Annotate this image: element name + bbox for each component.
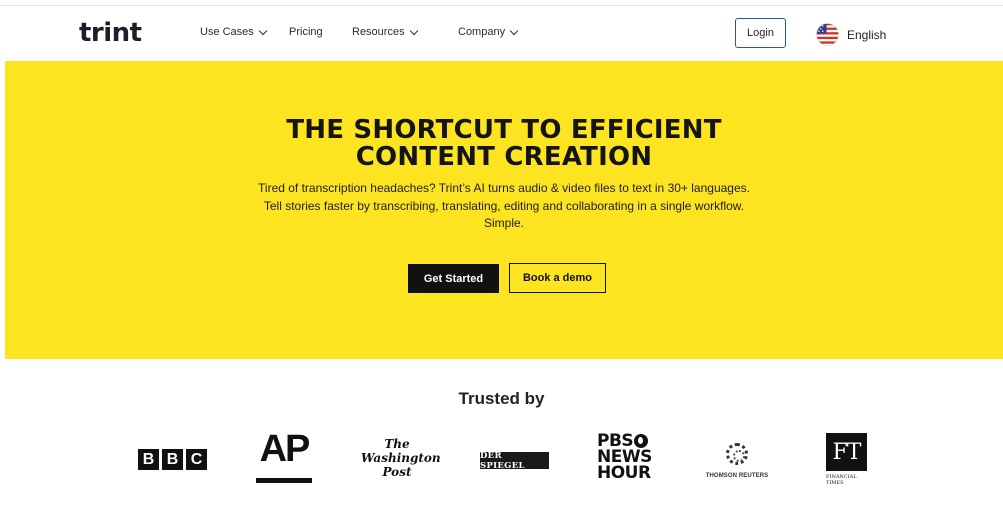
bbc-letter: C: [186, 449, 207, 470]
pbs-hour-text: HOUR: [597, 463, 651, 483]
nav-resources[interactable]: Resources: [352, 26, 418, 38]
ft-mark: FT: [826, 433, 867, 471]
login-button[interactable]: Login: [735, 18, 786, 48]
chevron-down-icon: [409, 26, 418, 35]
nav-pricing-label: Pricing: [289, 26, 323, 38]
bbc-letter: B: [138, 449, 159, 470]
language-selector[interactable]: English: [816, 23, 886, 46]
ap-logo-bar: [256, 478, 312, 483]
trusted-by-heading: Trusted by: [458, 389, 545, 408]
hero-section: THE SHORTCUT TO EFFICIENT CONTENT CREATI…: [5, 61, 1003, 359]
thomson-reuters-text: THOMSON REUTERS: [705, 473, 769, 479]
hero-title-line-1: THE SHORTCUT TO EFFICIENT: [286, 115, 722, 145]
chevron-down-icon: [258, 26, 268, 35]
der-spiegel-logo: DER SPIEGEL: [480, 451, 549, 471]
ap-logo: AP: [256, 430, 312, 483]
pbs-head-icon: [634, 434, 649, 448]
financial-times-logo: FT FINANCIAL TIMES: [826, 433, 870, 486]
get-started-button[interactable]: Get Started: [408, 264, 499, 293]
hero-subtitle: Tired of transcription headaches? Trint’…: [258, 181, 750, 230]
book-demo-button[interactable]: Book a demo: [509, 263, 606, 293]
us-flag-icon: [816, 23, 839, 46]
hero-title-line-2: CONTENT CREATION: [355, 142, 653, 172]
pbs-newshour-logo: PBS NEWS HOUR: [597, 433, 657, 483]
wapo-line: The: [384, 437, 410, 451]
thomson-reuters-mark-icon: [726, 443, 748, 465]
bbc-letter: B: [162, 449, 183, 470]
nav-use-cases-label: Use Cases: [200, 26, 254, 38]
bbc-logo: B B C: [138, 449, 207, 470]
nav-company-label: Company: [458, 26, 506, 38]
top-navigation: trint Use Cases Pricing Resources Compan…: [0, 6, 1003, 61]
wapo-line: Post: [382, 465, 412, 479]
nav-use-cases[interactable]: Use Cases: [200, 26, 268, 38]
washington-post-logo: The Washington Post: [361, 437, 441, 479]
language-label: English: [847, 27, 887, 42]
nav-pricing[interactable]: Pricing: [289, 26, 323, 38]
wapo-line: Washington: [361, 451, 441, 465]
thomson-reuters-logo: THOMSON REUTERS: [699, 443, 775, 479]
hero-title: THE SHORTCUT TO EFFICIENT CONTENT CREATI…: [5, 117, 1003, 171]
ft-wordmark: FINANCIAL TIMES: [826, 474, 870, 486]
trint-logo[interactable]: trint: [79, 18, 142, 48]
chevron-down-icon: [509, 26, 519, 35]
ap-logo-text: AP: [259, 428, 311, 470]
nav-resources-label: Resources: [352, 26, 405, 38]
ft-line: TIMES: [826, 480, 844, 486]
nav-company[interactable]: Company: [458, 26, 519, 38]
